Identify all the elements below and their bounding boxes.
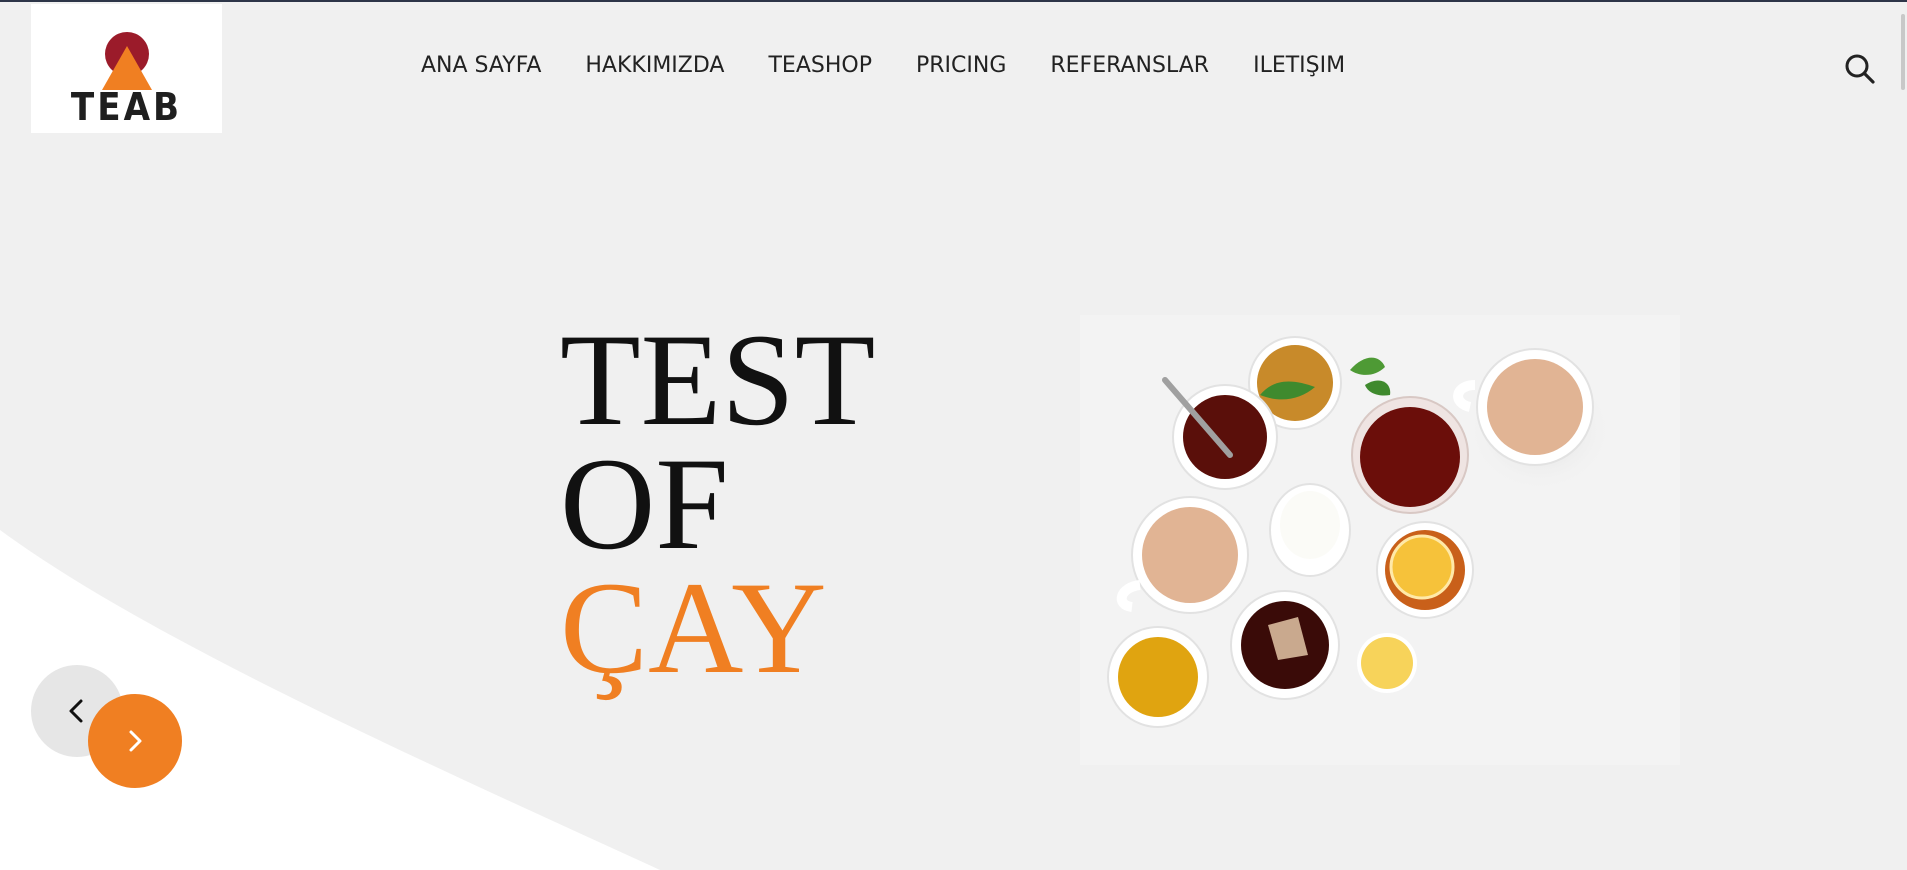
search-button[interactable]: [1843, 52, 1877, 86]
search-icon: [1845, 54, 1875, 84]
nav-item-referanslar[interactable]: REFERANSLAR: [1050, 52, 1209, 80]
cup-lemon-tea: [1376, 521, 1474, 619]
chevron-right-icon: [129, 730, 142, 752]
headline-line-1: TEST: [560, 306, 876, 453]
nav-item-pricing[interactable]: PRICING: [916, 52, 1006, 80]
logo[interactable]: TEAB: [31, 4, 222, 133]
glass-red-tea: [1351, 396, 1469, 514]
lemon-slice: [1357, 633, 1417, 693]
cup-tea-bag: [1230, 590, 1340, 700]
milk-jug: [1269, 483, 1351, 577]
hero-headline: TEST OF ÇAY: [560, 306, 876, 701]
scrollbar[interactable]: [1901, 14, 1905, 90]
main-nav: ANA SAYFA HAKKIMIZDA TEASHOP PRICING REF…: [421, 52, 1389, 80]
logo-text: TEAB: [70, 85, 183, 129]
headline-line-3: ÇAY: [560, 554, 827, 701]
nav-item-iletisim[interactable]: ILETIŞIM: [1253, 52, 1345, 80]
chevron-left-icon: [69, 699, 83, 723]
tea-cups-image: [1080, 315, 1680, 765]
nav-item-hakkimizda[interactable]: HAKKIMIZDA: [585, 52, 724, 80]
cup-yellow-tea: [1107, 626, 1209, 728]
logo-mark-icon: [102, 32, 152, 90]
nav-item-teashop[interactable]: TEASHOP: [768, 52, 871, 80]
headline-line-2: OF: [560, 430, 729, 577]
slider-next-button[interactable]: [88, 694, 182, 788]
nav-item-ana-sayfa[interactable]: ANA SAYFA: [421, 52, 541, 80]
